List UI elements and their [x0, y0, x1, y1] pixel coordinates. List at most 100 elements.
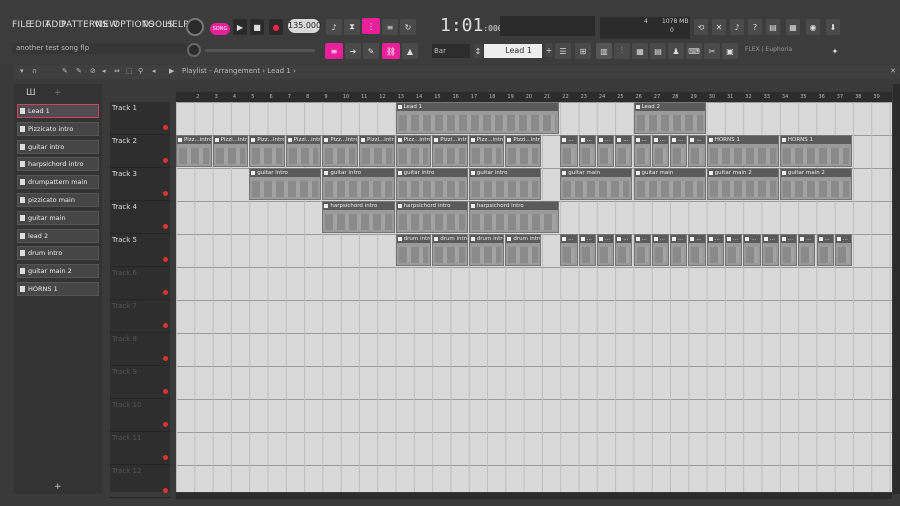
picker-item[interactable]: guitar intro [17, 139, 99, 154]
pattern-clip[interactable]: guitar intro [249, 168, 322, 200]
save-button[interactable]: ▣ [722, 43, 738, 59]
master-volume-knob[interactable] [186, 18, 204, 36]
track-mute-led[interactable] [163, 455, 168, 460]
pattern-clip[interactable]: Pizz...intro [395, 135, 432, 167]
track-mute-led[interactable] [163, 488, 168, 493]
pattern-clip[interactable]: guitar intro [322, 168, 395, 200]
track-mute-led[interactable] [163, 125, 168, 130]
mute-icon[interactable]: ◂ [102, 67, 106, 75]
add-icon[interactable]: + [54, 88, 62, 98]
pattern-add-button[interactable]: + [545, 43, 553, 57]
mixer-button[interactable]: ✕ [712, 19, 726, 35]
pattern-clip[interactable]: Lead 1 [395, 102, 560, 134]
track-header[interactable]: Track 5 [110, 234, 170, 267]
pattern-clip[interactable]: Pizz...intro [176, 135, 212, 167]
pattern-clip[interactable]: ... [651, 135, 670, 167]
picker-item[interactable]: HORNS 1 [17, 282, 99, 296]
pattern-picker-icon[interactable]: Ш [26, 88, 36, 98]
plugin-picker-button[interactable]: ♟ [668, 43, 684, 59]
track-header[interactable]: Track 1 [110, 102, 170, 135]
pattern-clip[interactable]: ... [798, 234, 816, 266]
pattern-clip[interactable]: ... [816, 234, 834, 266]
pattern-clip[interactable]: drum intro [505, 234, 541, 266]
browser-button[interactable]: ▤ [766, 19, 780, 35]
playlist-tool-button[interactable]: ≡ [325, 43, 343, 59]
pattern-clip[interactable]: HORNS 1 [779, 135, 853, 167]
pattern-clip[interactable]: ... [596, 135, 615, 167]
loop-record-button[interactable]: ↻ [400, 19, 416, 35]
pattern-clip[interactable]: drum intro [395, 234, 432, 266]
pattern-clip[interactable]: Pizzi...intro [505, 135, 541, 167]
pattern-clip[interactable]: Pizz...intro [322, 135, 358, 167]
playback-icon[interactable]: ◂ [152, 67, 156, 75]
pattern-arrows[interactable]: ↕ [474, 44, 482, 58]
download-button[interactable]: ⬇ [826, 19, 840, 35]
song-mode-toggle[interactable]: SONG [210, 23, 230, 35]
track-mute-led[interactable] [163, 224, 168, 229]
pattern-clip[interactable]: ... [670, 135, 688, 167]
pattern-clip[interactable]: ... [615, 234, 633, 266]
master-pitch-slider[interactable] [205, 49, 315, 52]
pattern-clip[interactable]: ... [670, 234, 688, 266]
pattern-clip[interactable]: harpsichord intro [322, 201, 395, 233]
track-mute-led[interactable] [163, 356, 168, 361]
undo-button[interactable]: ⟲ [694, 19, 708, 35]
picker-item[interactable]: drumpattern main [17, 175, 99, 190]
pattern-clip[interactable]: ... [743, 234, 761, 266]
tempo-display[interactable]: 135.000 [288, 19, 321, 33]
track-header[interactable]: Track 9 [110, 366, 170, 399]
pattern-clip[interactable]: HORNS 1 [706, 135, 779, 167]
pattern-clip[interactable]: guitar main 2 [706, 168, 779, 200]
mixer-view-button[interactable]: ▥ [596, 43, 612, 59]
snap-select[interactable]: Bar [432, 44, 470, 58]
stamp-tool-button[interactable]: ▲ [402, 43, 418, 59]
draw-icon[interactable]: ✎ [62, 67, 68, 75]
pattern-clip[interactable]: drum intro [432, 234, 468, 266]
select-icon[interactable]: ⬚ [126, 67, 133, 75]
slice-icon[interactable]: ⇔ [114, 67, 120, 75]
close-icon[interactable]: ✕ [890, 67, 896, 75]
link-tool-button[interactable]: ⛓ [382, 43, 400, 59]
pattern-clip[interactable]: Pizzi...intro [285, 135, 322, 167]
wait-input-button[interactable]: ⧗ [344, 19, 360, 35]
delete-icon[interactable]: ⊘ [90, 67, 96, 75]
pattern-clip[interactable]: Pizzi...intro [212, 135, 249, 167]
track-mute-led[interactable] [163, 389, 168, 394]
track-mute-led[interactable] [163, 191, 168, 196]
pattern-clip[interactable]: Pizzi...intro [359, 135, 395, 167]
pattern-clip[interactable]: Pizz...intro [468, 135, 505, 167]
pattern-clip[interactable]: Lead 2 [633, 102, 706, 134]
track-header[interactable]: Track 7 [110, 300, 170, 333]
pattern-clip[interactable]: ... [779, 234, 798, 266]
pattern-clip[interactable]: ... [688, 135, 706, 167]
pattern-clip[interactable]: guitar intro [468, 168, 541, 200]
add-pattern-icon[interactable]: + [54, 482, 62, 492]
pattern-clip[interactable]: ... [560, 135, 578, 167]
track-header[interactable]: Track 12 [110, 465, 170, 498]
track-header[interactable]: Track 4 [110, 201, 170, 234]
pattern-clip[interactable]: ... [615, 135, 633, 167]
mic-button[interactable]: ♪ [730, 19, 744, 35]
pattern-clip[interactable]: ... [633, 135, 651, 167]
pattern-clip[interactable]: harpsichord intro [395, 201, 468, 233]
pattern-clip[interactable]: ... [725, 234, 743, 266]
pattern-clip[interactable]: ... [651, 234, 670, 266]
pattern-clip[interactable]: ... [633, 234, 651, 266]
pointer-tool-button[interactable]: ➜ [345, 43, 361, 59]
record-button[interactable]: ● [269, 19, 283, 35]
track-header[interactable]: Track 8 [110, 333, 170, 366]
picker-item[interactable]: lead 2 [17, 228, 99, 243]
master-pitch-knob[interactable] [187, 43, 201, 57]
piano-roll-button[interactable]: ☰ [555, 43, 571, 59]
pattern-selector[interactable]: Lead 1 [484, 44, 542, 58]
paint-icon[interactable]: ✎ [76, 67, 82, 75]
picker-item[interactable]: harpsichord intro [17, 157, 99, 172]
pattern-clip[interactable]: guitar intro [395, 168, 468, 200]
menu-arrow-icon[interactable]: ▾ [20, 67, 24, 75]
picker-item[interactable]: pizzicato main [17, 193, 99, 207]
stop-button[interactable]: ■ [250, 19, 264, 35]
pattern-clip[interactable]: ... [596, 234, 615, 266]
pattern-clip[interactable]: drum intro [468, 234, 505, 266]
play-icon-small[interactable]: ▶ [169, 67, 174, 75]
picker-item[interactable]: drum intro [17, 246, 99, 261]
